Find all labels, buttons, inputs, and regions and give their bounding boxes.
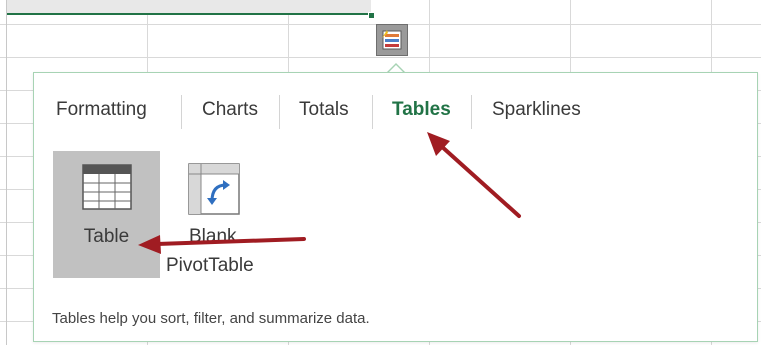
blank-pivottable-option-button[interactable]: Blank PivotTable bbox=[166, 151, 266, 278]
quick-analysis-button[interactable] bbox=[376, 24, 408, 56]
tab-totals[interactable]: Totals bbox=[299, 99, 349, 121]
table-option-label: Table bbox=[83, 226, 130, 247]
tab-tables[interactable]: Tables bbox=[392, 99, 451, 121]
tab-divider bbox=[471, 95, 472, 129]
panel-description: Tables help you sort, filter, and summar… bbox=[52, 310, 370, 327]
tab-divider bbox=[372, 95, 373, 129]
row-header-divider bbox=[6, 0, 7, 345]
fill-handle[interactable] bbox=[368, 12, 375, 19]
tab-divider bbox=[279, 95, 280, 129]
tab-charts[interactable]: Charts bbox=[202, 99, 258, 121]
pivot-table-icon bbox=[188, 163, 240, 215]
table-option-button[interactable]: Table bbox=[53, 151, 160, 278]
selected-cell-range[interactable] bbox=[7, 0, 371, 15]
tab-divider bbox=[181, 95, 182, 129]
tab-formatting[interactable]: Formatting bbox=[56, 99, 147, 121]
table-icon bbox=[82, 164, 132, 210]
pivot-option-label-line1: Blank bbox=[189, 226, 237, 247]
quick-analysis-icon bbox=[382, 30, 402, 50]
pivot-option-label-line2: PivotTable bbox=[166, 255, 254, 276]
tab-sparklines[interactable]: Sparklines bbox=[492, 99, 581, 121]
quick-analysis-panel: Formatting Charts Totals Tables Sparklin… bbox=[33, 72, 758, 342]
